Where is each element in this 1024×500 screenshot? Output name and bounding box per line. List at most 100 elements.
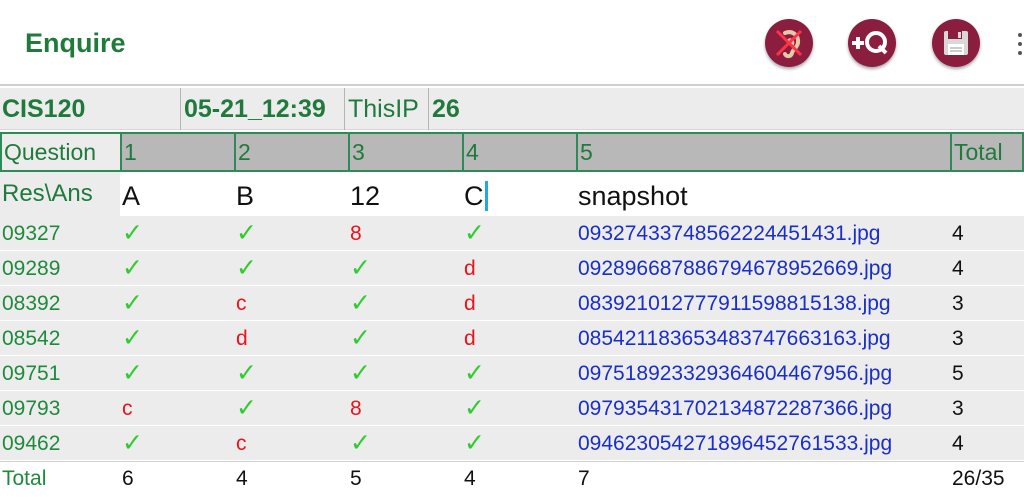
answer-row-label: Res\Ans [0,172,120,216]
check-mark: ✓ [122,324,143,352]
table-row[interactable]: 09327 ✓ ✓ 8 ✓ 09327433748562224451431.jpg 4 [0,216,1024,251]
correct-check-icon[interactable]: ✓ [120,356,234,390]
correct-check-icon[interactable]: ✓ [348,321,462,355]
answer-key-cell[interactable]: 12 [348,172,462,216]
student-id[interactable]: 09751 [0,356,120,390]
divider [180,88,181,130]
answer-key-text: C [464,181,484,211]
wrong-answer-cell[interactable]: d [234,321,348,355]
answer-key-cell[interactable]: A [120,172,234,216]
correct-check-icon[interactable]: ✓ [234,251,348,285]
answer-key-cell[interactable]: snapshot [576,172,950,216]
app-bar: Enquire [0,0,1024,86]
response-text: d [464,292,476,315]
correct-check-icon[interactable]: ✓ [348,426,462,460]
totals-label: Total [2,467,47,490]
student-id[interactable]: 08392 [0,286,120,320]
app-title: Enquire [25,28,126,58]
table-row[interactable]: 09462 ✓ c ✓ ✓ 094623054271896452761533.jpg 4 [0,426,1024,461]
column-header[interactable]: 2 [234,134,348,170]
table-row[interactable]: 09751 ✓ ✓ ✓ ✓ 097518923329364604467956.jpg 5 [0,356,1024,391]
response-text: d [464,257,476,280]
wrong-answer-cell[interactable]: 8 [348,391,462,425]
wrong-answer-cell[interactable]: d [462,321,576,355]
correct-check-icon[interactable]: ✓ [348,251,462,285]
session-info-bar: CIS120 05-21_12:39 ThisIP 26 [0,88,1024,130]
save-button[interactable] [932,19,980,67]
snapshot-link[interactable]: 094623054271896452761533.jpg [576,426,950,460]
wrong-answer-cell[interactable]: c [234,286,348,320]
column-header[interactable]: 1 [120,134,234,170]
correct-check-icon[interactable]: ✓ [120,321,234,355]
check-mark: ✓ [122,289,143,317]
response-text: c [236,432,247,455]
table-row[interactable]: 09793 c ✓ 8 ✓ 097935431702134872287366.jpg 3 [0,391,1024,426]
student-id[interactable]: 08542 [0,321,120,355]
snapshot-link[interactable]: 083921012777911598815138.jpg [576,286,950,320]
answer-key-cell[interactable]: B [234,172,348,216]
correct-check-icon[interactable]: ✓ [120,286,234,320]
response-text: d [464,327,476,350]
check-mark: ✓ [236,394,257,422]
snapshot-link[interactable]: 097518923329364604467956.jpg [576,356,950,390]
correct-check-icon[interactable]: ✓ [234,216,348,250]
question-header-row: Question 1 2 3 4 5 Total [0,132,1024,172]
divider [344,88,345,130]
check-mark: ✓ [122,429,143,457]
column-header[interactable]: 4 [462,134,576,170]
check-mark: ✓ [350,324,371,352]
add-question-icon [852,31,888,55]
snapshot-link[interactable]: 085421183653483747663163.jpg [576,321,950,355]
column-total: 4 [464,467,476,490]
correct-check-icon[interactable]: ✓ [120,251,234,285]
check-mark: ✓ [464,394,485,422]
correct-check-icon[interactable]: ✓ [462,216,576,250]
column-header[interactable]: 3 [348,134,462,170]
correct-check-icon[interactable]: ✓ [348,356,462,390]
correct-check-icon[interactable]: ✓ [234,356,348,390]
more-vert-icon[interactable] [1018,33,1024,55]
correct-check-icon[interactable]: ✓ [462,356,576,390]
student-id[interactable]: 09462 [0,426,120,460]
table-row[interactable]: 08392 ✓ c ✓ d 083921012777911598815138.jpg 3 [0,286,1024,321]
student-id[interactable]: 09327 [0,216,120,250]
table-row[interactable]: 08542 ✓ d ✓ d 085421183653483747663163.jpg 3 [0,321,1024,356]
wrong-answer-cell[interactable]: d [462,286,576,320]
divider [428,88,429,130]
correct-check-icon[interactable]: ✓ [234,391,348,425]
ip-label: ThisIP [348,95,419,123]
wrong-answer-cell[interactable]: 8 [348,216,462,250]
row-total: 3 [952,397,964,420]
correct-check-icon[interactable]: ✓ [120,216,234,250]
student-id[interactable]: 09793 [0,391,120,425]
header-label: Question [0,134,120,170]
check-mark: ✓ [350,429,371,457]
correct-check-icon[interactable]: ✓ [462,426,576,460]
answer-key-cell [950,172,1024,216]
correct-check-icon[interactable]: ✓ [120,426,234,460]
wrong-answer-cell[interactable]: c [120,391,234,425]
student-id[interactable]: 09289 [0,251,120,285]
correct-check-icon[interactable]: ✓ [348,286,462,320]
answer-key-cell-editing[interactable]: C [462,172,576,216]
correct-check-icon[interactable]: ✓ [462,391,576,425]
row-total: 3 [952,292,964,315]
snapshot-link[interactable]: 097935431702134872287366.jpg [576,391,950,425]
table-row[interactable]: 09289 ✓ ✓ ✓ d 092896687886794678952669.jpg 4 [0,251,1024,286]
mute-button[interactable] [765,19,813,67]
response-text: 8 [350,397,362,420]
wrong-answer-cell[interactable]: d [462,251,576,285]
snapshot-link[interactable]: 09327433748562224451431.jpg [576,216,950,250]
add-question-button[interactable] [848,19,896,67]
check-mark: ✓ [464,219,485,247]
column-header-total[interactable]: Total [950,134,1024,170]
wrong-answer-cell[interactable]: c [234,426,348,460]
check-mark: ✓ [122,359,143,387]
column-header[interactable]: 5 [576,134,950,170]
check-mark: ✓ [236,219,257,247]
check-mark: ✓ [122,254,143,282]
results-table: Question 1 2 3 4 5 Total Res\Ans A B 12 … [0,132,1024,494]
session-timestamp: 05-21_12:39 [184,95,326,123]
snapshot-link[interactable]: 092896687886794678952669.jpg [576,251,950,285]
grand-total: 26/35 [952,467,1005,490]
